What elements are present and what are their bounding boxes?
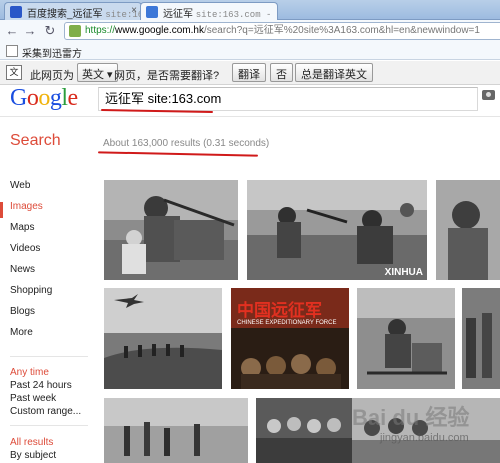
browser-toolbar: ← → ↻ https://www.google.com.hk/search?q…: [0, 20, 500, 42]
tab-baidu-search[interactable]: 百度搜索_远征军 site:163 ×: [4, 2, 142, 20]
results-filter-header[interactable]: All results: [10, 437, 53, 448]
url-path: /search?q=远征军%20site%3A163.com&hl=en&new…: [203, 25, 480, 36]
tab-title: 远征军: [163, 9, 193, 20]
nav-item-videos[interactable]: Videos: [10, 243, 90, 264]
time-filter-24h[interactable]: Past 24 hours: [10, 380, 72, 391]
image-result[interactable]: [104, 288, 222, 389]
time-filter-week[interactable]: Past week: [10, 393, 56, 404]
active-indicator: [0, 202, 3, 218]
browser-tab-strip: 百度搜索_远征军 site:163 × 远征军 site:163.com - G…: [0, 0, 500, 20]
nav-item-images[interactable]: Images: [10, 201, 90, 222]
image-result[interactable]: [357, 288, 455, 389]
translate-button[interactable]: 翻译: [232, 63, 266, 82]
logo-letter: o: [26, 85, 39, 111]
search-input[interactable]: 远征军 site:163.com: [98, 87, 478, 111]
time-filter-custom[interactable]: Custom range...: [10, 406, 81, 417]
language-value: 英文: [82, 69, 104, 81]
back-arrow-icon[interactable]: ←: [4, 23, 20, 39]
image-result[interactable]: [462, 288, 500, 389]
google-favicon-icon: [146, 6, 158, 18]
reload-icon[interactable]: ↻: [42, 23, 58, 39]
poster-subtitle: CHINESE EXPEDITIONARY FORCE: [237, 320, 337, 326]
url-host: www.google.com.hk: [115, 25, 204, 36]
watermark-url: jingyan.baidu.com: [380, 432, 469, 444]
tab-suffix: site:163.com - Go: [195, 10, 277, 20]
soldiers-battle-photo: [247, 180, 427, 280]
divider: [10, 356, 88, 357]
left-nav: Web Images Maps Videos News Shopping Blo…: [10, 180, 90, 348]
troops-mountain-photo: [104, 398, 248, 463]
result-stats: About 163,000 results (0.31 seconds): [103, 138, 270, 149]
always-translate-button[interactable]: 总是翻译英文: [295, 63, 373, 82]
baidu-favicon-icon: [10, 6, 22, 18]
soldier-portrait-photo: [436, 180, 500, 280]
nav-item-shopping[interactable]: Shopping: [10, 285, 90, 306]
divider: [10, 425, 88, 426]
logo-letter: G: [10, 85, 27, 111]
image-result[interactable]: XINHUA: [247, 180, 427, 280]
image-result[interactable]: [436, 180, 500, 280]
no-button[interactable]: 否: [270, 63, 293, 82]
page-title: Search: [10, 132, 61, 149]
tab-google-search[interactable]: 远征军 site:163.com - Go: [140, 2, 278, 20]
address-bar[interactable]: https://www.google.com.hk/search?q=远征军%2…: [64, 22, 500, 40]
field-camp-photo: [357, 288, 455, 389]
baidu-watermark: Bai du 经验 jingyan.baidu.com: [352, 400, 500, 463]
camera-icon[interactable]: [482, 90, 495, 100]
image-result[interactable]: 中国远征军 CHINESE EXPEDITIONARY FORCE: [231, 288, 349, 389]
translate-icon: 文: [6, 65, 22, 80]
translate-question: 网页，是否需要翻译?: [114, 70, 220, 82]
nav-item-blogs[interactable]: Blogs: [10, 306, 90, 327]
nav-item-web[interactable]: Web: [10, 180, 90, 201]
image-result[interactable]: [256, 398, 352, 463]
url-scheme: https://: [85, 25, 116, 36]
translate-bar: 文 此网页为 英文 ▾ 网页，是否需要翻译? 翻译 否 总是翻译英文: [0, 61, 500, 85]
logo-letter: o: [38, 85, 50, 111]
xinhua-label: XINHUA: [384, 267, 423, 278]
marching-troops-photo: [104, 288, 222, 389]
language-select[interactable]: 英文 ▾: [77, 63, 118, 82]
google-logo[interactable]: Google: [10, 85, 78, 112]
annotation-underline: [97, 151, 259, 157]
bookmarks-bar: 采集到迅雷方: [0, 42, 500, 60]
bookmark-item[interactable]: 采集到迅雷方: [22, 45, 82, 60]
nav-item-news[interactable]: News: [10, 264, 90, 285]
nav-item-maps[interactable]: Maps: [10, 222, 90, 243]
watermark-text: Bai du 经验: [352, 405, 470, 430]
group-portrait-photo: [256, 398, 352, 463]
poster-title: 中国远征军: [237, 301, 322, 321]
results-filter-subject[interactable]: By subject: [10, 450, 56, 461]
lock-icon: [69, 25, 81, 37]
google-header: Google 远征军 site:163.com: [0, 85, 500, 117]
time-filter-header[interactable]: Any time: [10, 367, 49, 378]
soldiers-standing-photo: [462, 288, 500, 389]
logo-letter: g: [49, 85, 62, 111]
tab-title: 百度搜索_远征军: [27, 9, 103, 20]
image-result[interactable]: [104, 398, 248, 463]
page-icon: [6, 45, 18, 57]
logo-letter: e: [67, 85, 79, 111]
nav-item-more[interactable]: More: [10, 327, 90, 348]
translate-prefix: 此网页为: [30, 70, 74, 82]
close-tab-icon[interactable]: ×: [131, 5, 137, 16]
forward-arrow-icon[interactable]: →: [22, 23, 38, 39]
soldier-feeding-photo: [104, 180, 238, 280]
image-result[interactable]: [104, 180, 238, 280]
